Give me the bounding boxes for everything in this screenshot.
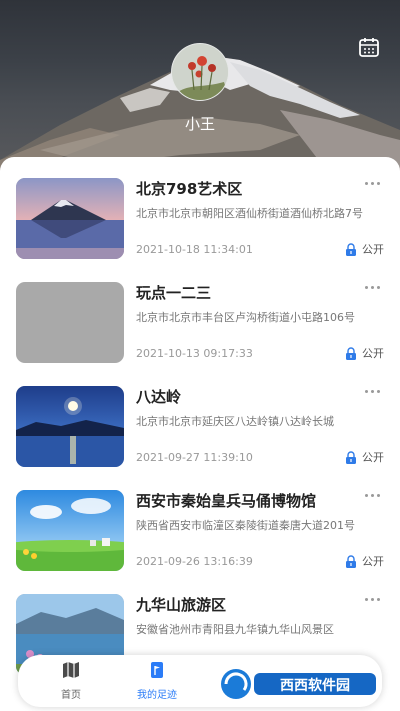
privacy-toggle[interactable]: 公开 (345, 345, 384, 361)
lock-icon (346, 242, 356, 256)
more-dots-icon (365, 390, 368, 393)
card-timestamp: 2021-10-13 09:17:33 (136, 347, 253, 360)
card-address: 北京市北京市延庆区八达岭镇八达岭长城 (136, 415, 334, 428)
flag-icon (151, 662, 163, 678)
lock-icon (346, 346, 356, 360)
privacy-toggle[interactable]: 公开 (345, 553, 384, 569)
thumbnail-image[interactable] (16, 490, 124, 571)
watermark-logo: 西西软件园 CR173.COM (214, 663, 384, 705)
privacy-label: 公开 (362, 555, 384, 568)
more-button[interactable] (364, 180, 382, 188)
privacy-label: 公开 (362, 243, 384, 256)
card-address: 安徽省池州市青阳县九华镇九华山风景区 (136, 623, 334, 636)
more-dots-icon (365, 286, 368, 289)
more-button[interactable] (364, 388, 382, 396)
more-button[interactable] (364, 492, 382, 500)
meadow-image (16, 490, 124, 571)
privacy-label: 公开 (362, 451, 384, 464)
avatar[interactable] (171, 43, 229, 101)
card-title: 八达岭 (136, 388, 182, 406)
card-title: 玩点一二三 (136, 284, 212, 302)
more-button[interactable] (364, 284, 382, 292)
thumbnail-placeholder[interactable] (16, 282, 124, 363)
nav-footprint-label: 我的足迹 (137, 690, 177, 701)
more-dots-icon (365, 494, 368, 497)
more-button[interactable] (364, 596, 382, 604)
list-item[interactable]: 北京798艺术区 北京市北京市朝阳区酒仙桥街道酒仙桥北路7号 2021-10-1… (0, 178, 400, 282)
avatar-image (172, 44, 228, 100)
night-lake-image (16, 386, 124, 467)
card-timestamp: 2021-10-18 11:34:01 (136, 243, 253, 256)
list-item[interactable]: 八达岭 北京市北京市延庆区八达岭镇八达岭长城 2021-09-27 11:39:… (0, 386, 400, 490)
profile-header: 小王 (0, 0, 400, 175)
card-address: 陕西省西安市临潼区秦陵街道秦唐大道201号 (136, 519, 355, 532)
mountain-lake-image (16, 178, 124, 259)
username: 小王 (184, 115, 215, 133)
card-timestamp: 2021-09-27 11:39:10 (136, 451, 253, 464)
list-item[interactable]: 玩点一二三 北京市北京市丰台区卢沟桥街道小屯路106号 2021-10-13 0… (0, 282, 400, 386)
nav-footprint[interactable]: 我的足迹 (122, 661, 192, 701)
thumbnail-image[interactable] (16, 386, 124, 467)
card-address: 北京市北京市丰台区卢沟桥街道小屯路106号 (136, 311, 355, 324)
nav-home[interactable]: 首页 (36, 661, 106, 701)
card-title: 北京798艺术区 (136, 180, 243, 198)
lock-icon (346, 554, 356, 568)
calendar-icon (359, 38, 379, 57)
thumbnail-image[interactable] (16, 178, 124, 259)
lock-icon (346, 450, 356, 464)
footprint-list[interactable]: 北京798艺术区 北京市北京市朝阳区酒仙桥街道酒仙桥北路7号 2021-10-1… (0, 157, 400, 711)
card-title: 九华山旅游区 (136, 596, 227, 614)
card-address: 北京市北京市朝阳区酒仙桥街道酒仙桥北路7号 (136, 207, 363, 220)
card-timestamp: 2021-09-26 13:16:39 (136, 555, 253, 568)
map-icon (63, 662, 79, 678)
calendar-button[interactable] (358, 36, 380, 58)
privacy-toggle[interactable]: 公开 (345, 241, 384, 257)
watermark-url: CR173.COM (328, 698, 364, 705)
nav-home-label: 首页 (61, 690, 81, 701)
privacy-label: 公开 (362, 347, 384, 360)
list-item[interactable]: 西安市秦始皇兵马俑博物馆 陕西省西安市临潼区秦陵街道秦唐大道201号 2021-… (0, 490, 400, 594)
more-dots-icon (365, 598, 368, 601)
watermark-text: 西西软件园 (280, 677, 350, 694)
card-title: 西安市秦始皇兵马俑博物馆 (136, 492, 317, 510)
more-dots-icon (365, 182, 368, 185)
privacy-toggle[interactable]: 公开 (345, 449, 384, 465)
